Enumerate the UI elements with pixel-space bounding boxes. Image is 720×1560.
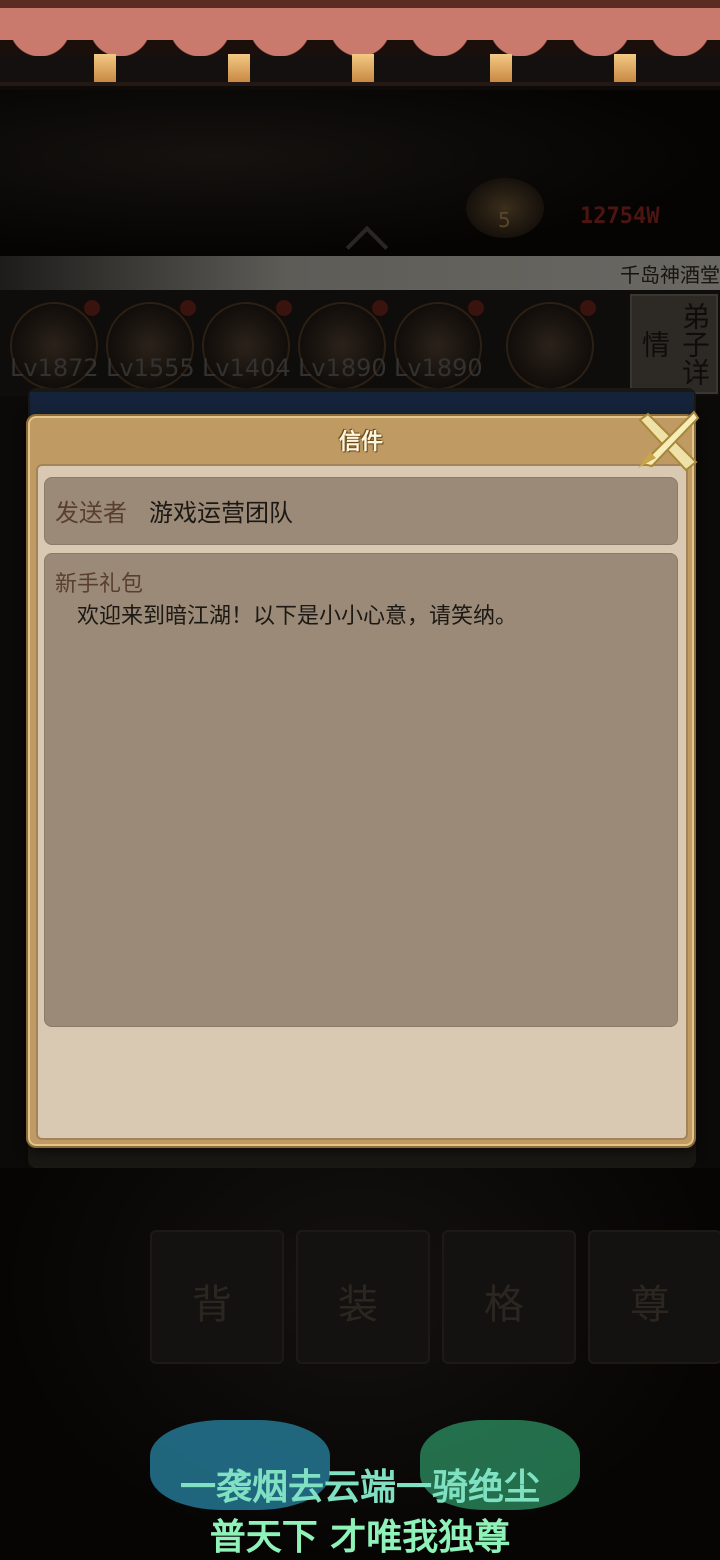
coin-badge: 5 [466,178,544,238]
hero-avatar[interactable] [506,300,596,390]
lantern-icon [228,54,250,82]
menu-tile-label: 装 [338,1282,378,1328]
menu-tile[interactable]: 格 [442,1230,576,1364]
game-screen: 5 12754W 千岛神酒堂 Lv1872 Lv1555 Lv1404 Lv18… [0,0,720,1560]
sender-label: 发送者 [55,499,127,527]
dialog-title: 信件 [338,430,383,455]
menu-tile[interactable]: 背 [150,1230,284,1364]
slogan-line-1: 一袭烟去云端一骑绝尘 [179,1467,540,1508]
close-x-icon [638,410,700,472]
hero-level: Lv1404 [202,354,291,382]
sender-field: 发送者 游戏运营团队 [44,477,678,545]
location-bar: 千岛神酒堂 [0,256,720,290]
hero-level: Lv1872 [10,354,99,382]
location-name: 千岛神酒堂 [620,263,720,287]
menu-tile[interactable]: 装 [296,1230,430,1364]
menu-tile[interactable]: 尊 [588,1230,720,1364]
mail-body: 欢迎来到暗江湖！以下是小小心意，请笑纳。 [77,604,518,629]
close-button[interactable] [634,408,700,474]
hero-level: Lv1890 [298,354,387,382]
slogan-line-2: 普天下 才唯我独尊 [209,1517,511,1558]
lantern-icon [352,54,374,82]
notification-dot [180,300,196,316]
mail-content: 新手礼包 欢迎来到暗江湖！以下是小小心意，请笑纳。 [44,553,678,1027]
lantern-icon [614,54,636,82]
notification-dot [372,300,388,316]
hero-level: Lv1555 [106,354,195,382]
roof-awning [0,0,720,90]
menu-tile-label: 背 [192,1282,232,1328]
sender-name: 游戏运营团队 [149,499,293,527]
disciple-detail-button[interactable]: 弟子详情 [630,294,718,394]
notification-dot [84,300,100,316]
mail-subject: 新手礼包 [55,572,144,597]
notification-dot [468,300,484,316]
notification-dot [276,300,292,316]
lantern-icon [490,54,512,82]
notification-dot [580,300,596,316]
hero-level: Lv1890 [394,354,483,382]
power-value: 12754W [580,204,660,229]
lantern-icon [94,54,116,82]
coin-value: 5 [498,208,511,232]
menu-tile-label: 格 [484,1282,524,1328]
menu-tile-label: 尊 [630,1282,670,1328]
